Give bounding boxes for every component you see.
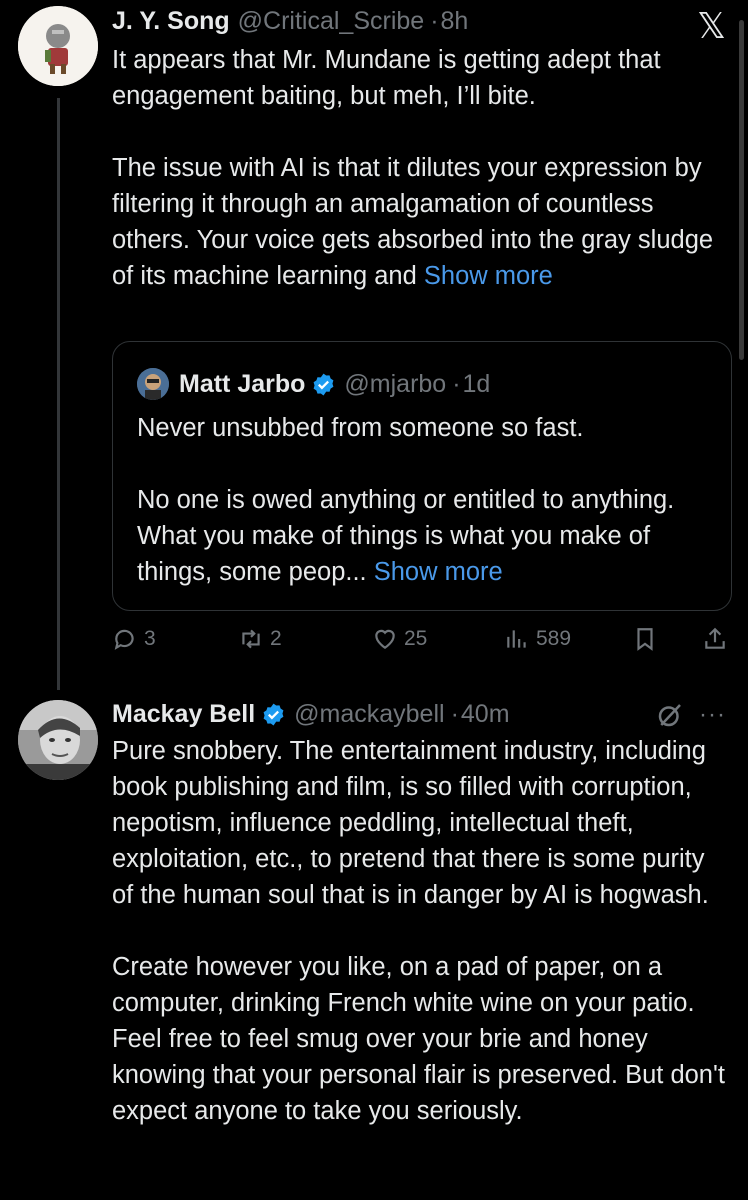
scrollbar[interactable] bbox=[739, 20, 744, 360]
reply-button[interactable]: 3 bbox=[112, 626, 156, 652]
timestamp[interactable]: 40m bbox=[461, 699, 510, 729]
separator: · bbox=[430, 7, 439, 35]
quote-show-more-link[interactable]: Show more bbox=[374, 558, 503, 586]
tweet-text: It appears that Mr. Mundane is getting a… bbox=[112, 42, 727, 294]
repost-icon bbox=[242, 629, 260, 649]
quote-avatar-illustration bbox=[137, 368, 169, 400]
avatar-illustration bbox=[18, 6, 98, 86]
tweet-header: Mackay Bell @mackaybell · 40m bbox=[112, 699, 510, 729]
tweet-header-actions: ··· bbox=[655, 700, 726, 730]
tweet-text-content: Pure snobbery. The entertainment industr… bbox=[112, 737, 725, 1125]
repost-button[interactable]: 2 bbox=[238, 626, 282, 652]
views-icon bbox=[507, 630, 526, 648]
quote-header: Matt Jarbo @mjarbo · 1d bbox=[137, 368, 490, 400]
tweet-action-bar: 3 2 25 589 bbox=[112, 622, 732, 658]
avatar-photo bbox=[18, 700, 98, 780]
share-icon bbox=[705, 627, 725, 649]
author-name[interactable]: Mackay Bell bbox=[112, 699, 255, 729]
quote-text: Never unsubbed from someone so fast. No … bbox=[137, 410, 717, 590]
author-name[interactable]: J. Y. Song bbox=[112, 6, 230, 36]
tweet-text: Pure snobbery. The entertainment industr… bbox=[112, 733, 732, 1129]
verified-badge-icon bbox=[314, 373, 334, 395]
author-handle[interactable]: @mackaybell bbox=[294, 699, 444, 729]
thread-line-top bbox=[57, 98, 60, 690]
show-more-link[interactable]: Show more bbox=[424, 262, 553, 290]
reply-count: 3 bbox=[144, 627, 156, 650]
tweet-header: J. Y. Song @Critical_Scribe · 8h bbox=[112, 6, 468, 36]
quote-timestamp[interactable]: 1d bbox=[463, 370, 491, 399]
views-button[interactable]: 589 bbox=[504, 626, 571, 652]
x-logo-icon[interactable]: 𝕏 bbox=[697, 6, 726, 47]
repost-count: 2 bbox=[270, 627, 282, 650]
tweet-text-content: It appears that Mr. Mundane is getting a… bbox=[112, 46, 714, 290]
separator: · bbox=[452, 369, 461, 398]
avatar[interactable] bbox=[18, 6, 98, 86]
quote-tweet-card[interactable]: Matt Jarbo @mjarbo · 1d Never unsubbed f… bbox=[112, 341, 732, 611]
quote-avatar[interactable] bbox=[137, 368, 169, 400]
reply-icon bbox=[114, 629, 134, 650]
quote-author-handle[interactable]: @mjarbo bbox=[344, 370, 446, 399]
grok-icon[interactable] bbox=[655, 700, 685, 730]
author-handle[interactable]: @Critical_Scribe bbox=[238, 6, 425, 36]
views-count: 589 bbox=[536, 627, 572, 650]
verified-badge-icon bbox=[263, 703, 284, 725]
separator: · bbox=[450, 700, 459, 728]
more-options-icon[interactable]: ··· bbox=[699, 701, 726, 729]
timestamp[interactable]: 8h bbox=[441, 6, 469, 36]
share-button[interactable] bbox=[702, 626, 728, 652]
heart-icon bbox=[375, 629, 395, 649]
bookmark-button[interactable] bbox=[632, 626, 658, 652]
like-button[interactable]: 25 bbox=[372, 626, 427, 652]
like-count: 25 bbox=[404, 627, 428, 650]
bookmark-icon bbox=[637, 628, 653, 651]
quote-author-name[interactable]: Matt Jarbo bbox=[179, 370, 305, 399]
avatar[interactable] bbox=[18, 700, 98, 780]
